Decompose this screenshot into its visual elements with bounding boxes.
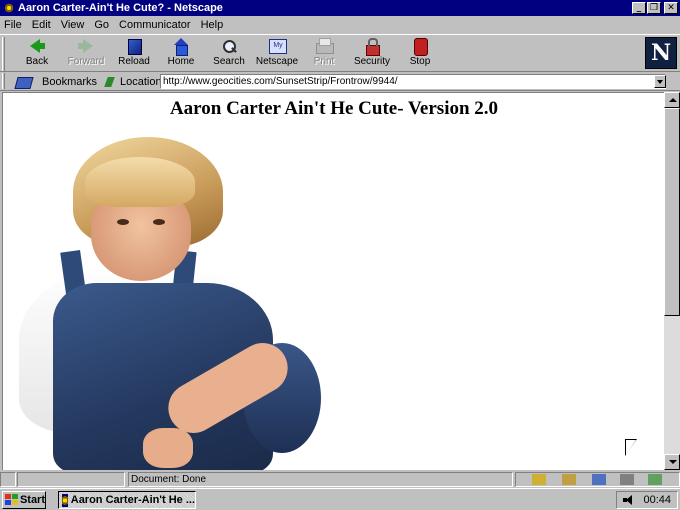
location-label-group[interactable]: Location:: [104, 74, 165, 89]
status-bar: Document: Done: [0, 471, 680, 488]
url-dropdown-button[interactable]: [654, 75, 666, 88]
boy-photo-image: [13, 133, 323, 470]
edit-icon[interactable]: [648, 474, 662, 485]
close-button[interactable]: ✕: [664, 2, 678, 14]
netscape-app-icon[interactable]: [2, 1, 16, 15]
progress-meter: [17, 472, 125, 487]
bookmarks-icon: [16, 76, 36, 88]
location-label: Location:: [120, 75, 165, 88]
speaker-icon[interactable]: [623, 495, 633, 505]
restore-button[interactable]: ❐: [647, 2, 661, 14]
netscape-task-icon: [62, 493, 68, 507]
home-label: Home: [167, 56, 195, 67]
scroll-down-button[interactable]: [664, 454, 680, 470]
url-field[interactable]: http://www.geocities.com/SunsetStrip/Fro…: [160, 74, 666, 89]
menu-file[interactable]: File: [4, 19, 22, 31]
reload-label: Reload: [118, 56, 150, 67]
my-netscape-icon: [267, 37, 287, 55]
windows-taskbar: Start Aaron Carter-Ain't He ... 00:44: [0, 488, 680, 510]
page-content[interactable]: Aaron Carter Ain't He Cute- Version 2.0: [2, 92, 664, 470]
location-toolbar: Bookmarks Location: http://www.geocities…: [0, 72, 680, 91]
minimize-button[interactable]: _: [632, 2, 646, 14]
toolbar-grip[interactable]: [2, 37, 5, 71]
reload-button[interactable]: Reload: [111, 37, 157, 71]
forward-button[interactable]: Forward: [63, 37, 109, 71]
security-lock-icon: [362, 37, 382, 56]
menu-view[interactable]: View: [61, 19, 85, 31]
print-label: Print: [313, 56, 335, 67]
security-status-icon[interactable]: [0, 472, 16, 487]
scroll-up-button[interactable]: [664, 92, 680, 108]
navigation-toolbar: Back Forward Reload Home Search Netscape…: [0, 34, 680, 72]
back-arrow-icon: [27, 37, 47, 55]
search-button[interactable]: Search: [206, 37, 252, 71]
windows-flag-icon: [5, 494, 18, 506]
bookmarks-button[interactable]: Bookmarks: [16, 74, 97, 89]
taskbar-netscape-task[interactable]: Aaron Carter-Ain't He ...: [58, 491, 196, 509]
back-button[interactable]: Back: [14, 37, 60, 71]
start-label: Start: [19, 494, 45, 506]
menu-help[interactable]: Help: [201, 19, 224, 31]
forward-label: Forward: [67, 56, 105, 67]
back-label: Back: [25, 56, 49, 67]
home-icon: [171, 37, 191, 56]
system-tray: 00:44: [616, 491, 678, 509]
reload-icon: [124, 37, 144, 55]
start-button[interactable]: Start: [2, 491, 46, 509]
print-button[interactable]: Print: [301, 37, 347, 71]
scroll-thumb[interactable]: [664, 108, 680, 316]
status-text: Document: Done: [128, 472, 513, 487]
navigator-icon[interactable]: [532, 474, 546, 485]
menu-go[interactable]: Go: [94, 19, 109, 31]
mouse-cursor-fill: [626, 440, 636, 455]
forward-arrow-icon: [76, 37, 96, 55]
stop-label: Stop: [409, 56, 431, 67]
mail-icon[interactable]: [562, 474, 576, 485]
print-icon: [314, 37, 334, 55]
stop-icon: [410, 37, 430, 56]
netscape-button[interactable]: Netscape: [254, 37, 300, 71]
security-button[interactable]: Security: [349, 37, 395, 71]
stop-button[interactable]: Stop: [397, 37, 443, 71]
netscape-window: Aaron Carter-Ain't He Cute? - Netscape _…: [0, 0, 680, 488]
netscape-label: Netscape: [255, 56, 299, 67]
search-icon: [219, 37, 239, 55]
task-label: Aaron Carter-Ain't He ...: [70, 494, 195, 506]
discussion-icon[interactable]: [592, 474, 606, 485]
menu-bar: File Edit View Go Communicator Help: [0, 16, 680, 34]
location-grip[interactable]: [2, 73, 5, 89]
clock[interactable]: 00:44: [643, 494, 671, 506]
menu-edit[interactable]: Edit: [32, 19, 51, 31]
title-bar[interactable]: Aaron Carter-Ain't He Cute? - Netscape _…: [0, 0, 680, 16]
page-heading: Aaron Carter Ain't He Cute- Version 2.0: [169, 98, 499, 119]
search-label: Search: [213, 56, 245, 67]
vertical-scrollbar[interactable]: [664, 92, 680, 470]
netscape-logo[interactable]: N: [645, 37, 677, 69]
page-proxy-icon[interactable]: [104, 76, 116, 88]
security-label: Security: [353, 56, 391, 67]
composer-icon[interactable]: [620, 474, 634, 485]
bookmarks-label: Bookmarks: [42, 75, 98, 88]
menu-communicator[interactable]: Communicator: [119, 19, 191, 31]
window-title: Aaron Carter-Ain't He Cute? - Netscape: [18, 2, 223, 14]
home-button[interactable]: Home: [158, 37, 204, 71]
